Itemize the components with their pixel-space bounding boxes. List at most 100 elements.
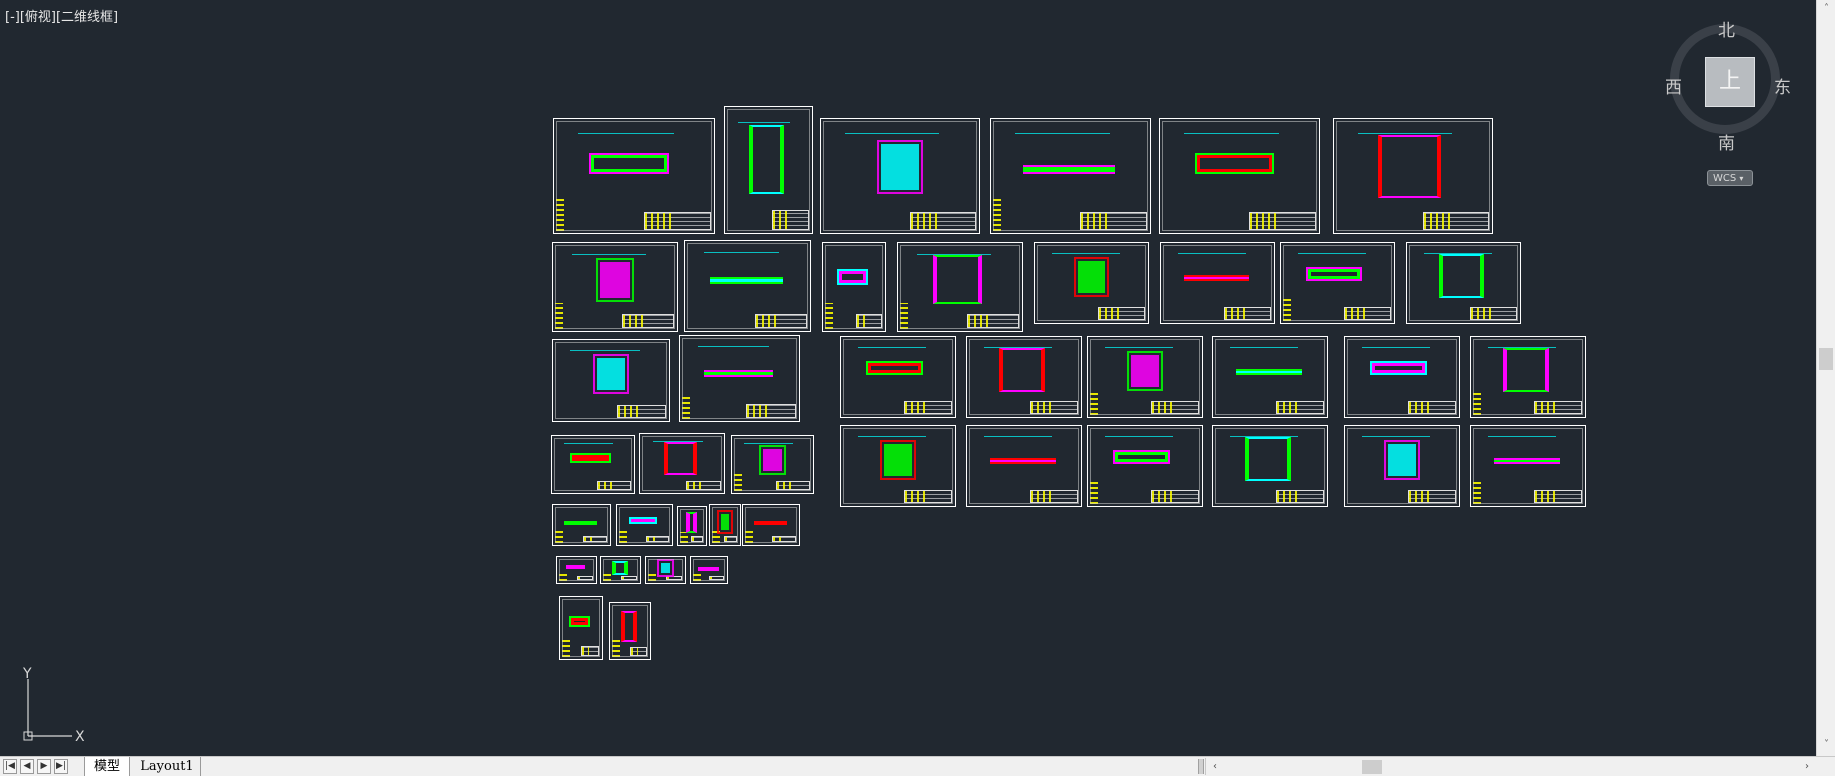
dimension-line bbox=[652, 441, 703, 443]
drawing-sheet[interactable] bbox=[1087, 425, 1203, 507]
drawing-geometry bbox=[1022, 164, 1116, 174]
dimension-line bbox=[1230, 435, 1299, 437]
drawing-sheet[interactable] bbox=[820, 118, 980, 234]
horizontal-scroll-thumb[interactable] bbox=[1362, 760, 1382, 774]
drawing-geometry bbox=[663, 442, 698, 475]
tab-model[interactable]: 模型 bbox=[84, 757, 130, 776]
wcs-label: WCS bbox=[1713, 173, 1737, 184]
title-block bbox=[617, 405, 666, 418]
drawing-sheet[interactable] bbox=[840, 336, 956, 418]
prev-layout-icon[interactable]: ◀ bbox=[20, 759, 34, 774]
drawing-sheet[interactable] bbox=[645, 556, 686, 584]
title-block bbox=[1080, 211, 1147, 230]
drawing-geometry bbox=[836, 269, 868, 286]
drawing-geometry bbox=[1235, 369, 1302, 376]
ucs-y-label: Y bbox=[22, 666, 32, 682]
drawing-sheet[interactable] bbox=[553, 118, 715, 234]
vertical-scroll-thumb[interactable] bbox=[1819, 348, 1833, 370]
scroll-down-icon[interactable]: ˅ bbox=[1820, 738, 1833, 752]
dimension-line bbox=[571, 253, 646, 255]
last-layout-icon[interactable]: ▶| bbox=[54, 759, 68, 774]
drawing-sheet[interactable] bbox=[724, 106, 813, 234]
first-layout-icon[interactable]: |◀ bbox=[3, 759, 17, 774]
drawing-sheet[interactable] bbox=[1333, 118, 1493, 234]
drawing-sheet[interactable] bbox=[731, 435, 814, 494]
title-block bbox=[1408, 490, 1456, 503]
scroll-left-icon[interactable]: ‹ bbox=[1208, 758, 1222, 775]
title-block bbox=[576, 575, 593, 580]
yellow-annotation-strip bbox=[693, 573, 701, 581]
title-block bbox=[1030, 401, 1078, 414]
drawing-sheet[interactable] bbox=[600, 556, 641, 584]
title-block bbox=[1408, 401, 1456, 414]
viewcube[interactable]: 北 南 东 西 上 WCS ▾ bbox=[1660, 10, 1800, 186]
drawing-sheet[interactable] bbox=[1344, 425, 1460, 507]
viewcube-west[interactable]: 西 bbox=[1665, 73, 1682, 98]
drawing-sheet[interactable] bbox=[609, 602, 651, 660]
drawing-sheet[interactable] bbox=[1212, 336, 1328, 418]
drawing-sheet[interactable] bbox=[552, 339, 670, 422]
viewcube-north[interactable]: 北 bbox=[1718, 16, 1735, 41]
drawing-geometry bbox=[703, 370, 773, 377]
vertical-scrollbar[interactable]: ˄ ˅ bbox=[1816, 0, 1835, 756]
drawing-sheet[interactable] bbox=[1212, 425, 1328, 507]
drawing-geometry bbox=[717, 509, 733, 534]
drawing-geometry bbox=[880, 439, 916, 480]
drawing-sheet[interactable] bbox=[556, 556, 597, 584]
drawing-sheet[interactable] bbox=[679, 335, 800, 422]
drawing-geometry bbox=[564, 521, 598, 525]
drawing-sheet[interactable] bbox=[1344, 336, 1460, 418]
drawing-sheet[interactable] bbox=[742, 504, 800, 546]
drawing-sheet[interactable] bbox=[709, 504, 741, 546]
drawing-sheet[interactable] bbox=[1470, 425, 1586, 507]
title-block bbox=[909, 211, 976, 230]
drawing-sheet[interactable] bbox=[1406, 242, 1521, 324]
drawing-sheet[interactable] bbox=[822, 242, 886, 332]
drawing-geometry bbox=[1378, 134, 1442, 198]
title-block bbox=[966, 313, 1019, 328]
next-layout-icon[interactable]: ▶ bbox=[37, 759, 51, 774]
drawing-sheet[interactable] bbox=[616, 504, 673, 546]
dimension-line bbox=[1105, 435, 1174, 437]
drawing-sheet[interactable] bbox=[1159, 118, 1320, 234]
title-block bbox=[1223, 307, 1271, 320]
drawing-sheet[interactable] bbox=[897, 242, 1023, 332]
drawing-sheet[interactable] bbox=[639, 433, 725, 494]
model-space-viewport[interactable]: [-][俯视][二维线框] 北 南 东 西 上 WCS ▾ Y X bbox=[0, 0, 1816, 756]
tab-layout1[interactable]: Layout1 bbox=[134, 757, 201, 776]
drawing-sheet[interactable] bbox=[1087, 336, 1203, 418]
scrollbar-splitter[interactable] bbox=[1198, 759, 1204, 774]
title-block bbox=[581, 646, 599, 656]
scroll-up-icon[interactable]: ˄ bbox=[1820, 2, 1833, 16]
drawing-sheet[interactable] bbox=[990, 118, 1151, 234]
drawing-sheet[interactable] bbox=[966, 336, 1082, 418]
drawing-geometry bbox=[1493, 458, 1560, 465]
wcs-menu-button[interactable]: WCS ▾ bbox=[1707, 170, 1753, 186]
drawing-sheet[interactable] bbox=[966, 425, 1082, 507]
drawing-sheet[interactable] bbox=[551, 435, 635, 494]
scroll-right-icon[interactable]: › bbox=[1800, 758, 1814, 775]
dimension-line bbox=[578, 132, 674, 134]
viewcube-south[interactable]: 南 bbox=[1718, 129, 1735, 154]
drawing-sheet[interactable] bbox=[684, 240, 811, 332]
drawing-sheet[interactable] bbox=[552, 504, 611, 546]
yellow-annotation-strip bbox=[555, 302, 563, 329]
title-block bbox=[665, 575, 682, 580]
viewcube-east[interactable]: 东 bbox=[1774, 73, 1791, 98]
drawing-sheet[interactable] bbox=[1280, 242, 1395, 324]
drawing-sheet[interactable] bbox=[559, 596, 603, 660]
dimension-line bbox=[1423, 252, 1492, 254]
drawing-sheet[interactable] bbox=[1160, 242, 1275, 324]
drawing-sheet[interactable] bbox=[1034, 242, 1149, 324]
dimension-line bbox=[1488, 346, 1557, 348]
drawing-sheet[interactable] bbox=[552, 242, 678, 332]
drawing-sheet[interactable] bbox=[840, 425, 956, 507]
title-block bbox=[1151, 490, 1199, 503]
drawing-sheet[interactable] bbox=[677, 506, 707, 546]
drawing-geometry bbox=[758, 444, 787, 476]
drawing-sheet[interactable] bbox=[690, 556, 728, 584]
drawing-sheet[interactable] bbox=[1470, 336, 1586, 418]
horizontal-scrollbar[interactable]: ‹ › bbox=[1205, 758, 1817, 775]
viewcube-top-face[interactable]: 上 bbox=[1705, 57, 1755, 107]
yellow-annotation-strip bbox=[1090, 480, 1098, 504]
